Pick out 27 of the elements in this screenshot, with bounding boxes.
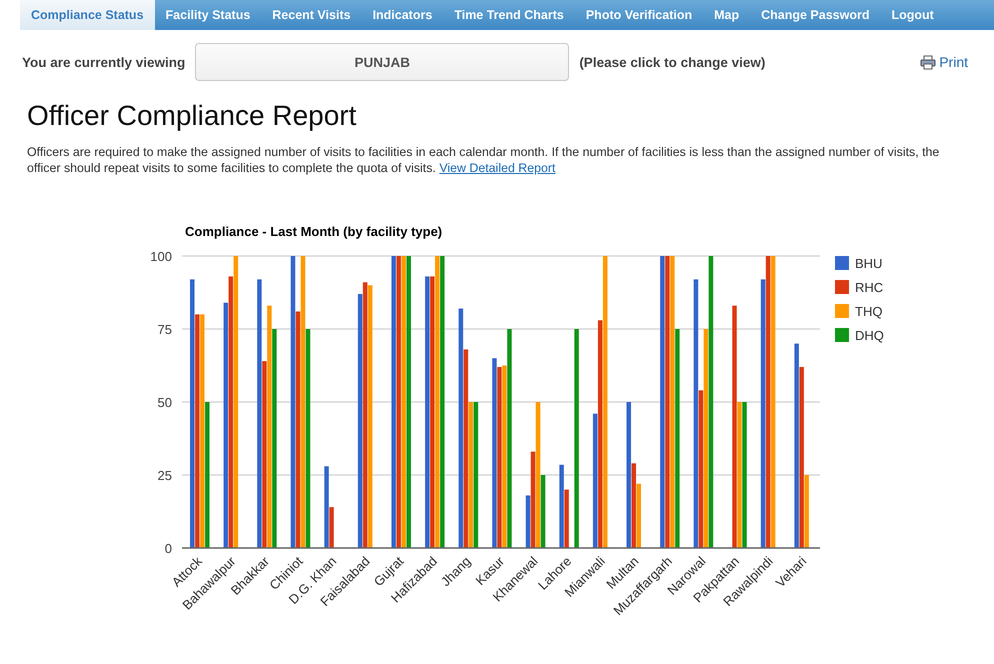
view-hint: (Please click to change view) [579,54,766,70]
page-title: Officer Compliance Report [27,100,358,132]
description-text: Officers are required to make the assigned number of visits to facilities in each calendar month. If the number of facilities is less than the assigned number of visits, the officer should repeat visits to some facilities to complete the quota of visits. View Detailed Report [27,144,940,176]
nav-tab[interactable]: Time Trend Charts [443,0,575,30]
nav-tab[interactable]: Change Password [750,0,880,30]
axis-tick-label: 100 [150,249,172,264]
legend-label: DHQ [855,328,884,343]
axis-tick-label: 0 [164,541,172,556]
legend-label: RHC [855,280,884,295]
nav-tab[interactable]: Map [703,0,750,30]
nav-tab[interactable]: Facility Status [154,0,262,30]
printer-icon [920,54,936,70]
print-link[interactable]: Print [920,54,968,70]
nav-tab[interactable]: Recent Visits [261,0,362,30]
axis-tick-label: 50 [158,395,172,410]
nav-tab[interactable]: Logout [880,0,945,30]
nav-tab[interactable]: Compliance Status [20,0,155,30]
axis-tick-label: 25 [158,468,172,483]
legend-label: THQ [855,304,882,319]
detailed-report-link[interactable]: View Detailed Report [439,161,556,175]
axis-tick-label: 75 [158,322,172,337]
viewing-label: You are currently viewing [22,54,186,70]
chart-title: Compliance - Last Month (by facility type) [185,224,442,239]
legend-label: BHU [855,256,882,271]
view-selector[interactable]: PUNJAB [195,43,570,81]
nav-tab[interactable]: Photo Verification [574,0,704,30]
nav-tab[interactable]: Indicators [362,0,444,30]
